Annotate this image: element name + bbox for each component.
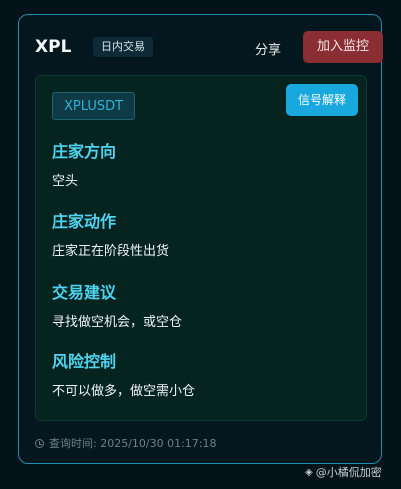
section-value: 庄家正在阶段性出货 (52, 244, 170, 259)
section-risk-control: 风险控制 不可以做多，做空需小仓 (52, 352, 195, 401)
share-button[interactable]: 分享 (255, 39, 281, 58)
symbol-title: XPL (35, 37, 72, 57)
section-value: 空头 (52, 174, 79, 189)
section-dealer-direction: 庄家方向 空头 (52, 142, 116, 191)
section-title: 风险控制 (52, 352, 117, 371)
query-time-footer: 查询时间: 2025/10/30 01:17:18 (35, 435, 217, 451)
signal-card: XPL 日内交易 分享 加入监控 XPLUSDT 信号解释 庄家方向 空头 庄家… (18, 14, 383, 464)
signal-panel: XPLUSDT 信号解释 庄家方向 空头 庄家动作 庄家正在阶段性出货 交易建议… (35, 75, 367, 421)
section-value: 寻找做空机会，或空仓 (52, 315, 183, 330)
card-header: XPL 日内交易 分享 加入监控 (35, 31, 383, 65)
query-time-text: 查询时间: 2025/10/30 01:17:18 (49, 437, 217, 450)
section-value: 不可以做多，做空需小仓 (52, 384, 196, 399)
pair-badge: XPLUSDT (52, 92, 136, 120)
section-title: 交易建议 (52, 283, 117, 302)
section-title: 庄家方向 (52, 142, 117, 161)
watermark: ◈ @小橘侃加密 (305, 464, 382, 480)
section-title: 庄家动作 (52, 212, 117, 231)
clock-icon (35, 438, 44, 448)
watermark-text: @小橘侃加密 (315, 466, 382, 479)
signal-explain-button[interactable]: 信号解释 (286, 84, 358, 116)
logo-icon: ◈ (305, 466, 313, 478)
section-trade-advice: 交易建议 寻找做空机会，或空仓 (52, 283, 182, 332)
section-dealer-action: 庄家动作 庄家正在阶段性出货 (52, 212, 169, 261)
add-monitor-button[interactable]: 加入监控 (303, 31, 383, 63)
trade-mode-tag: 日内交易 (93, 37, 153, 57)
